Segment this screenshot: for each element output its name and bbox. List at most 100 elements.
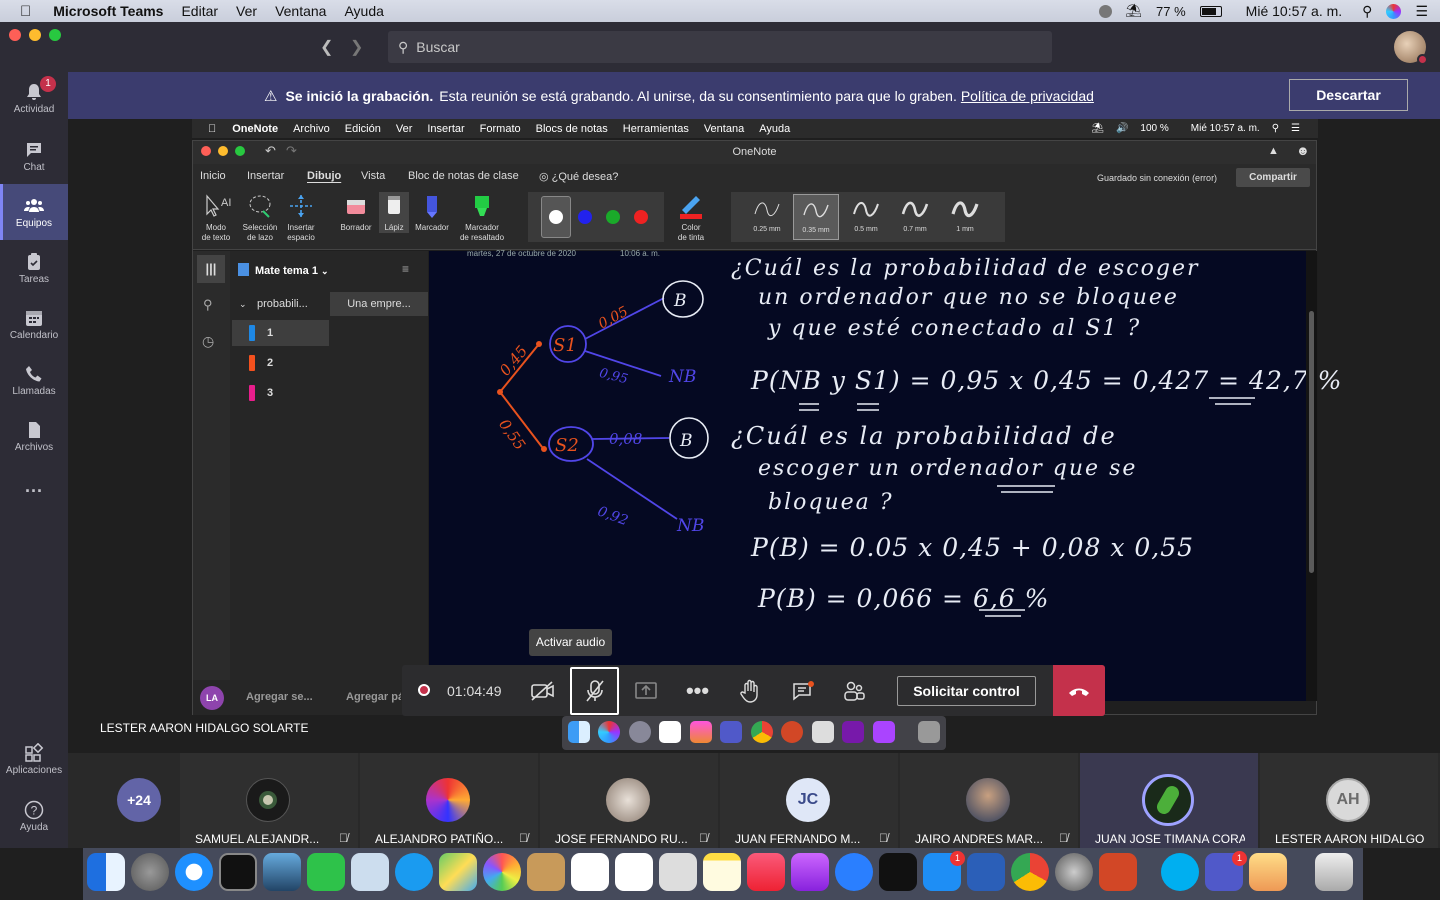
system-prefs-icon[interactable] [1055,853,1093,891]
menu-item-ver[interactable]: Ver [236,3,257,19]
control-center-icon[interactable]: ☰ [1415,3,1428,20]
apple-tv-icon[interactable] [879,853,917,891]
zoom-window-button[interactable] [49,29,61,41]
tool-marcador-resaltado: Marcador de resaltado [455,192,509,243]
apple-icon[interactable]:  [20,3,31,20]
safari-icon[interactable] [175,853,213,891]
menu-item-editar[interactable]: Editar [181,3,218,19]
notebook-icon [238,263,249,276]
thickness-label: 0.7 mm [903,226,927,233]
participant-name: JAIRO ANDRES MAR... [915,832,1044,846]
skype-icon[interactable] [1161,853,1199,891]
participant-tile[interactable]: JOSE FERNANDO RU... 🎙̸ [540,753,718,848]
contacts-icon[interactable] [527,853,565,891]
mail-icon[interactable] [351,853,389,891]
rail-item-ayuda[interactable]: ? Ayuda [0,800,68,833]
chat-toggle-button[interactable] [777,665,828,716]
forward-arrow-icon[interactable]: ❯ [350,37,363,57]
launchpad-icon[interactable] [131,853,169,891]
rail-item-llamadas[interactable]: Llamadas [0,352,68,408]
request-control-button[interactable]: Solicitar control [897,676,1036,706]
phone-icon [26,366,42,382]
rail-item-tareas[interactable]: Tareas [0,240,68,296]
dismiss-button[interactable]: Descartar [1289,79,1408,111]
recording-indicator-icon [418,684,430,696]
participants-toggle-button[interactable] [828,665,879,716]
onenote-minimize-button [218,146,228,156]
add-section-link: Agregar se... [246,691,313,703]
photos-icon[interactable] [483,853,521,891]
page-color-bar [249,325,255,341]
handwriting-line: y que esté conectado al S1 ? [768,316,1142,341]
participant-tile[interactable]: ALEJANDRO PATIÑO... 🎙̸ [360,753,538,848]
rail-more-button[interactable]: ... [0,476,68,532]
privacy-policy-link[interactable]: Política de privacidad [961,88,1094,104]
stroke-07-icon [901,201,929,217]
facetime-icon[interactable] [307,853,345,891]
notes-icon[interactable] [703,853,741,891]
rail-item-aplicaciones[interactable]: Aplicaciones [0,743,68,776]
participant-tile[interactable]: AH LESTER AARON HIDALGO ... [1260,753,1438,848]
mic-icon-wrap[interactable] [569,665,620,716]
share-screen-button[interactable] [620,665,671,716]
participant-tile[interactable]: JC JUAN FERNANDO M... 🎙̸ [720,753,898,848]
scroll-thumb [1309,311,1314,573]
tree-node-point [541,446,547,452]
menu-item-ventana[interactable]: Ventana [275,3,326,19]
participant-tile[interactable]: JAIRO ANDRES MAR... 🎙̸ [900,753,1078,848]
finder-icon[interactable] [87,853,125,891]
menubar-clock[interactable]: Mié 10:57 a. m. [1246,3,1343,19]
close-window-button[interactable] [9,29,21,41]
participant-tile-speaking[interactable]: JUAN JOSE TIMANA CORAL [1080,753,1258,848]
bell-small-icon: ▲ [1268,145,1279,157]
podcasts-icon[interactable] [791,853,829,891]
messages-icon[interactable] [395,853,433,891]
participant-tile[interactable]: SAMUEL ALEJANDR... 🎙̸ [180,753,358,848]
camera-toggle-button[interactable] [517,665,568,716]
terminal-icon[interactable] [219,853,257,891]
rail-item-archivos[interactable]: Archivos [0,408,68,464]
hang-up-button[interactable] [1053,665,1105,716]
help-icon: ? [24,800,44,820]
rail-item-calendario[interactable]: Calendario [0,296,68,352]
search-input[interactable]: ⚲ Buscar [388,31,1052,63]
menu-item-ayuda[interactable]: Ayuda [344,3,383,19]
hang-up-icon [1069,688,1089,696]
raise-hand-button[interactable] [724,665,775,716]
handwriting-line: ¿Cuál es la probabilidad de escoger [731,256,1200,281]
tab-bloc-clase: Bloc de notas de clase [408,170,519,182]
reminders-icon[interactable] [615,853,653,891]
back-arrow-icon[interactable]: ❮ [320,37,333,57]
rail-item-chat[interactable]: Chat [0,128,68,184]
tool-lapiz: Lápiz [379,192,409,233]
battery-icon[interactable] [1199,5,1222,17]
shared-apple-icon:  [208,123,216,135]
user-avatar[interactable] [1394,31,1428,65]
maps-icon[interactable] [439,853,477,891]
minimize-window-button[interactable] [29,29,41,41]
thickness-label: 0.25 mm [753,226,781,233]
rail-item-actividad[interactable]: 1 Actividad [0,72,68,128]
menu-app-name[interactable]: Microsoft Teams [53,3,163,19]
spotlight-icon[interactable]: ⚲ [1362,3,1372,20]
word-icon[interactable] [967,853,1005,891]
rail-item-equipos[interactable]: Equipos [0,184,68,240]
messenger-icon[interactable] [835,853,873,891]
music-icon[interactable] [747,853,785,891]
wifi-icon[interactable]: ⛱ [1126,3,1143,19]
photo-booth-icon[interactable] [659,853,697,891]
pencil-icon [388,196,400,214]
preview-icon[interactable] [263,853,301,891]
onenote-sidebar-icons [193,251,230,715]
trash-icon[interactable] [1315,853,1353,891]
folder-pen-icon[interactable] [1249,853,1287,891]
siri-icon[interactable] [1386,3,1402,19]
more-actions-icon[interactable]: ••• [672,665,723,716]
calendar-dock-icon[interactable] [571,853,609,891]
text-mode-icon: AI [206,194,231,217]
more-participants-badge[interactable]: +24 [117,778,161,822]
chrome-icon[interactable] [1011,853,1049,891]
powerpoint-icon[interactable] [1099,853,1137,891]
status-dot-icon[interactable] [1098,4,1112,18]
app-store-badge: 1 [950,851,965,866]
